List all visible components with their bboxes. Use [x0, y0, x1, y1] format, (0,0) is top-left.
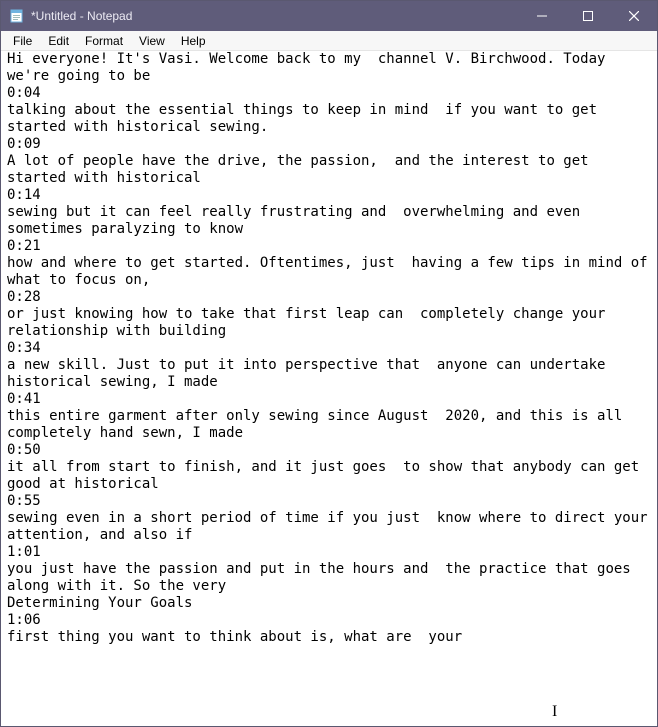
menu-format[interactable]: Format	[77, 33, 131, 49]
notepad-window: *Untitled - Notepad File Edit Format Vie…	[0, 0, 658, 727]
editor-area: Hi everyone! It's Vasi. Welcome back to …	[1, 51, 657, 726]
minimize-button[interactable]	[519, 1, 565, 31]
titlebar[interactable]: *Untitled - Notepad	[1, 1, 657, 31]
menubar: File Edit Format View Help	[1, 31, 657, 51]
menu-help[interactable]: Help	[173, 33, 214, 49]
menu-view[interactable]: View	[131, 33, 173, 49]
maximize-button[interactable]	[565, 1, 611, 31]
menu-file[interactable]: File	[5, 33, 40, 49]
menu-edit[interactable]: Edit	[40, 33, 77, 49]
text-editor[interactable]: Hi everyone! It's Vasi. Welcome back to …	[1, 51, 657, 726]
notepad-app-icon	[9, 8, 25, 24]
window-title: *Untitled - Notepad	[31, 9, 132, 23]
close-button[interactable]	[611, 1, 657, 31]
